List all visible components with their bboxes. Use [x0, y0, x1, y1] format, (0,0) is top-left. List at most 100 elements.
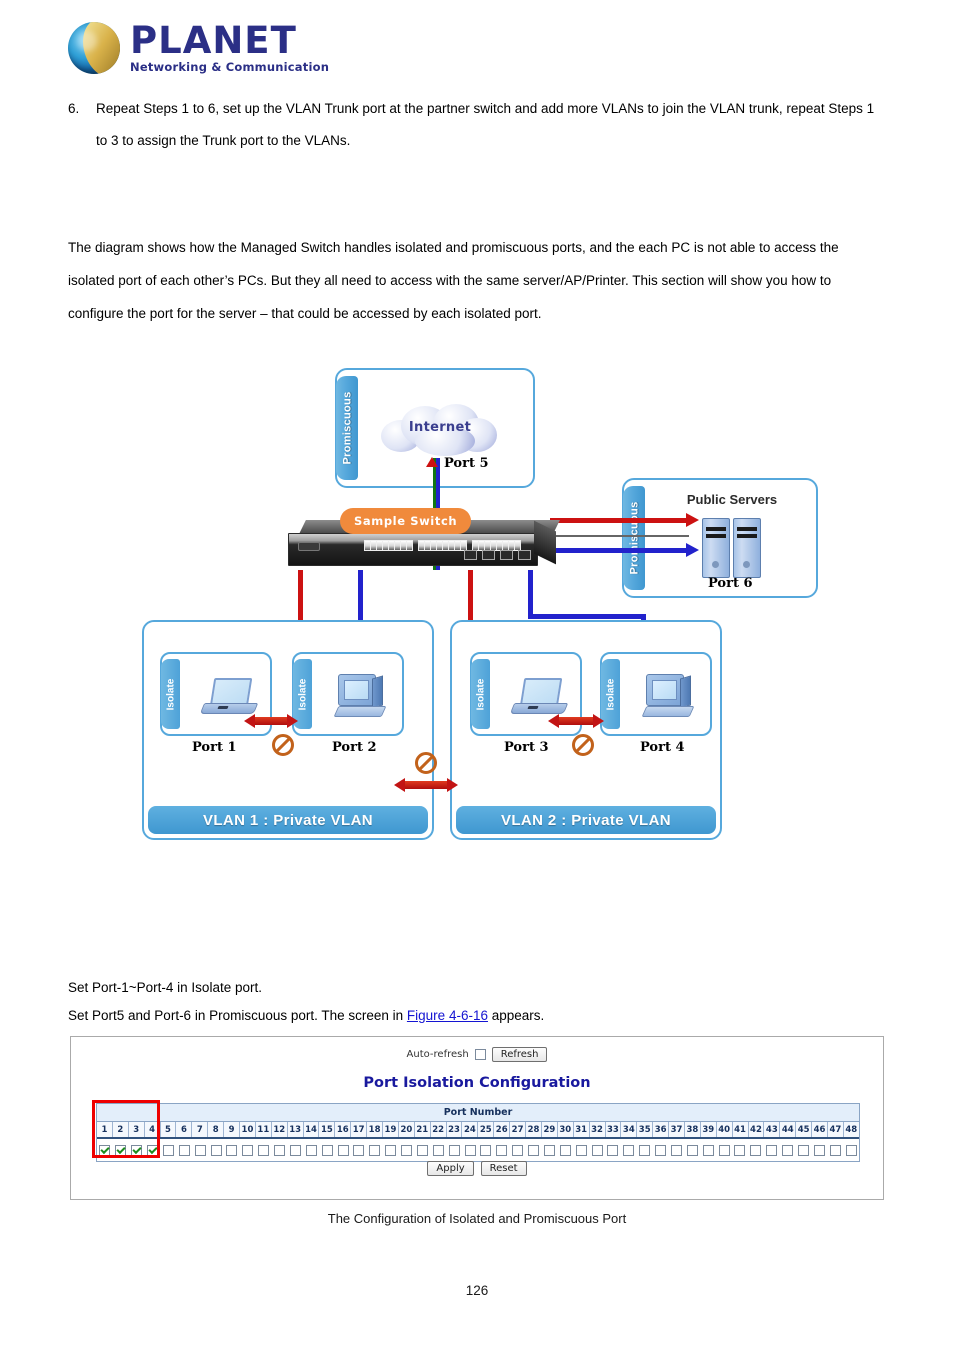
port-checkbox-17[interactable]	[353, 1144, 365, 1156]
port-checkbox-cell	[526, 1144, 542, 1156]
desktop-icon-port2	[333, 674, 388, 720]
port-checkbox-cell	[621, 1144, 637, 1156]
port-checkbox-24[interactable]	[464, 1144, 476, 1156]
port-checkbox-13[interactable]	[289, 1144, 301, 1156]
port-checkbox-32[interactable]	[591, 1144, 603, 1156]
auto-refresh-label: Auto-refresh	[406, 1049, 469, 1060]
port-checkbox-36[interactable]	[655, 1144, 667, 1156]
port-checkbox-16[interactable]	[337, 1144, 349, 1156]
port-checkbox-10[interactable]	[242, 1144, 254, 1156]
port-checkbox-cell	[827, 1144, 843, 1156]
step-number: 6.	[68, 101, 80, 116]
port-number-cell: 17	[351, 1122, 368, 1137]
port-checkbox-41[interactable]	[734, 1144, 746, 1156]
port-checkbox-5[interactable]	[162, 1144, 174, 1156]
port-checkbox-cell	[796, 1144, 812, 1156]
port-checkbox-11[interactable]	[258, 1144, 270, 1156]
port-number-cell: 15	[319, 1122, 336, 1137]
port-checkbox-40[interactable]	[718, 1144, 730, 1156]
wire-gray-to-servers	[550, 535, 689, 537]
port-checkbox-47[interactable]	[829, 1144, 841, 1156]
port-number-cell: 24	[462, 1122, 479, 1137]
port-checkbox-cell	[129, 1144, 145, 1156]
port-checkbox-27[interactable]	[512, 1144, 524, 1156]
reset-button[interactable]: Reset	[480, 1161, 527, 1176]
port-number-cell: 36	[653, 1122, 670, 1137]
port-number-cell: 41	[733, 1122, 749, 1137]
blocked-link-arrow-cross-vlan	[394, 778, 458, 792]
page-number: 126	[465, 1283, 489, 1298]
port-checkbox-cell	[716, 1144, 732, 1156]
port-checkbox-cell	[415, 1144, 431, 1156]
port-number-cell: 34	[621, 1122, 638, 1137]
port-checkbox-2[interactable]	[115, 1144, 127, 1156]
port-checkbox-44[interactable]	[782, 1144, 794, 1156]
port-checkbox-12[interactable]	[274, 1144, 286, 1156]
port-checkbox-30[interactable]	[559, 1144, 571, 1156]
port-checkbox-26[interactable]	[496, 1144, 508, 1156]
port-checkbox-48[interactable]	[845, 1144, 857, 1156]
port-checkbox-21[interactable]	[416, 1144, 428, 1156]
port-checkbox-20[interactable]	[401, 1144, 413, 1156]
port-label-port4: Port 4	[640, 740, 685, 755]
auto-refresh-row: Auto-refresh Refresh	[71, 1047, 883, 1062]
port-checkbox-cell	[605, 1144, 621, 1156]
port-number-cell: 18	[367, 1122, 384, 1137]
port-number-cell: 7	[192, 1122, 209, 1137]
port-checkbox-39[interactable]	[702, 1144, 714, 1156]
port-number-cell: 39	[701, 1122, 717, 1137]
port-checkbox-19[interactable]	[385, 1144, 397, 1156]
port-checkbox-33[interactable]	[607, 1144, 619, 1156]
port-number-cell: 35	[637, 1122, 654, 1137]
port-checkbox-3[interactable]	[131, 1144, 143, 1156]
port-checkbox-25[interactable]	[480, 1144, 492, 1156]
port-checkbox-45[interactable]	[797, 1144, 809, 1156]
port-checkbox-34[interactable]	[623, 1144, 635, 1156]
port-checkbox-35[interactable]	[639, 1144, 651, 1156]
port-checkbox-14[interactable]	[305, 1144, 317, 1156]
port-checkbox-6[interactable]	[178, 1144, 190, 1156]
vlan1-footer-label: VLAN 1 : Private VLAN	[148, 806, 428, 834]
port-number-cell: 33	[606, 1122, 622, 1137]
port-checkbox-23[interactable]	[448, 1144, 460, 1156]
port-number-cell: 23	[447, 1122, 463, 1137]
port-checkbox-22[interactable]	[432, 1144, 444, 1156]
port-checkbox-9[interactable]	[226, 1144, 238, 1156]
no-access-sign-vlan2	[572, 734, 594, 756]
port-number-cell: 5	[161, 1122, 177, 1137]
port-checkbox-cell	[510, 1144, 526, 1156]
port-isolation-config-screenshot: Auto-refresh Refresh Port Isolation Conf…	[70, 1036, 884, 1200]
auto-refresh-checkbox[interactable]	[474, 1049, 486, 1060]
internet-cloud-label: Internet	[408, 420, 472, 435]
port-checkbox-43[interactable]	[766, 1144, 778, 1156]
apply-button[interactable]: Apply	[427, 1161, 474, 1176]
refresh-button[interactable]: Refresh	[491, 1047, 548, 1062]
promiscuous-tab-internet-label: Promiscuous	[341, 391, 353, 465]
port-number-cell: 12	[272, 1122, 288, 1137]
public-servers-title: Public Servers	[686, 492, 778, 507]
port-checkbox-46[interactable]	[813, 1144, 825, 1156]
port-checkbox-42[interactable]	[750, 1144, 762, 1156]
figure-reference-link[interactable]: Figure 4-6-16	[407, 1008, 488, 1023]
network-topology-diagram: Promiscuous Internet Port 5 Promiscuous …	[130, 358, 830, 858]
port-number-row: 1 2 3 4 5 6 7 8 9 10 11 12 13 14 15 16 17 18 19 20 21 22 23 24 2…	[97, 1122, 859, 1139]
port-number-cell: 28	[526, 1122, 542, 1137]
port-checkbox-29[interactable]	[543, 1144, 555, 1156]
isolate-tab-port1: Isolate	[161, 659, 180, 729]
port-checkbox-1[interactable]	[99, 1144, 111, 1156]
port-checkbox-38[interactable]	[686, 1144, 698, 1156]
isolate-tab-port3: Isolate	[471, 659, 490, 729]
port-checkbox-4[interactable]	[147, 1144, 159, 1156]
port-checkbox-15[interactable]	[321, 1144, 333, 1156]
port-checkbox-18[interactable]	[369, 1144, 381, 1156]
port-checkbox-cell	[367, 1144, 383, 1156]
port-checkbox-31[interactable]	[575, 1144, 587, 1156]
port-checkbox-8[interactable]	[210, 1144, 222, 1156]
figure-caption: The Configuration of Isolated and Promis…	[327, 1211, 627, 1226]
port-number-cell: 11	[256, 1122, 272, 1137]
port-checkbox-7[interactable]	[194, 1144, 206, 1156]
port-checkbox-28[interactable]	[528, 1144, 540, 1156]
port-checkbox-37[interactable]	[670, 1144, 682, 1156]
port-checkbox-cell	[764, 1144, 780, 1156]
port-label-port1: Port 1	[192, 740, 237, 755]
